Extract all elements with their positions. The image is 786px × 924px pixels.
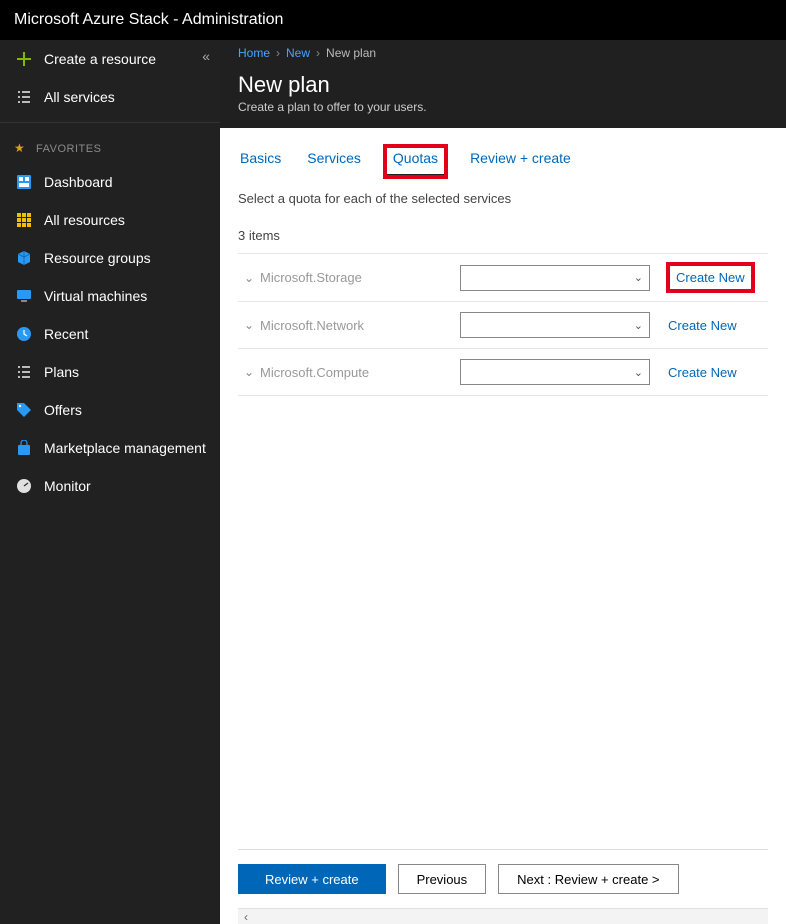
breadcrumb-current: New plan — [326, 46, 376, 60]
review-create-button[interactable]: Review + create — [238, 864, 386, 894]
quota-row: ⌄ Microsoft.Storage ⌄ Create New — [238, 253, 768, 301]
list-icon — [16, 88, 38, 106]
breadcrumb: Home › New › New plan — [220, 40, 786, 66]
caret-down-icon: ⌄ — [634, 271, 643, 284]
sidebar-item-plans[interactable]: Plans — [0, 353, 220, 391]
sidebar-item-label: Plans — [44, 364, 79, 380]
app-title: Microsoft Azure Stack - Administration — [14, 11, 283, 29]
sidebar-item-label: Virtual machines — [44, 288, 147, 304]
page-header: New plan Create a plan to offer to your … — [220, 66, 786, 128]
main-panel: Home › New › New plan New plan Create a … — [220, 40, 786, 924]
quota-row: ⌄ Microsoft.Network ⌄ Create New — [238, 301, 768, 348]
tabs: Basics Services Quotas Review + create — [238, 146, 768, 177]
sidebar-item-dashboard[interactable]: Dashboard — [0, 163, 220, 201]
sidebar-item-all-resources[interactable]: All resources — [0, 201, 220, 239]
page-title: New plan — [238, 72, 768, 98]
plans-icon — [16, 363, 38, 381]
chevron-left-icon: ‹ — [244, 910, 248, 924]
service-name: Microsoft.Network — [260, 318, 460, 333]
sidebar-item-label: Offers — [44, 402, 82, 418]
sidebar: « Create a resource All services ★ FAVOR… — [0, 40, 220, 924]
sidebar-item-label: Monitor — [44, 478, 91, 494]
next-button[interactable]: Next : Review + create > — [498, 864, 678, 894]
sidebar-create-resource[interactable]: Create a resource — [0, 40, 220, 78]
horizontal-scrollbar[interactable]: ‹ — [238, 908, 768, 924]
sidebar-collapse-icon[interactable]: « — [202, 48, 210, 64]
tab-review-create[interactable]: Review + create — [468, 146, 573, 177]
quota-row: ⌄ Microsoft.Compute ⌄ Create New — [238, 348, 768, 395]
sidebar-item-label: Resource groups — [44, 250, 151, 266]
sidebar-item-label: All resources — [44, 212, 125, 228]
sidebar-item-monitor[interactable]: Monitor — [0, 467, 220, 505]
quota-list: ⌄ Microsoft.Storage ⌄ Create New ⌄ Micro… — [238, 253, 768, 396]
sidebar-item-resource-groups[interactable]: Resource groups — [0, 239, 220, 277]
bag-icon — [16, 439, 38, 457]
tag-icon — [16, 401, 38, 419]
clock-icon — [16, 325, 38, 343]
service-name: Microsoft.Storage — [260, 270, 460, 285]
favorites-label: FAVORITES — [36, 143, 101, 155]
favorites-header: ★ FAVORITES — [0, 129, 220, 163]
monitor-icon — [16, 287, 38, 305]
create-new-link[interactable]: Create New — [668, 318, 737, 333]
quota-dropdown[interactable]: ⌄ — [460, 312, 650, 338]
sidebar-item-recent[interactable]: Recent — [0, 315, 220, 353]
tab-basics[interactable]: Basics — [238, 146, 283, 177]
top-bar: Microsoft Azure Stack - Administration — [0, 0, 786, 40]
service-name: Microsoft.Compute — [260, 365, 460, 380]
instruction-text: Select a quota for each of the selected … — [238, 191, 768, 206]
chevron-right-icon: › — [316, 46, 320, 60]
chevron-down-icon[interactable]: ⌄ — [238, 365, 260, 379]
previous-button[interactable]: Previous — [398, 864, 487, 894]
caret-down-icon: ⌄ — [634, 319, 643, 332]
cube-icon — [16, 249, 38, 267]
create-new-link[interactable]: Create New — [668, 264, 753, 291]
tab-quotas[interactable]: Quotas — [385, 146, 446, 177]
create-new-link[interactable]: Create New — [668, 365, 737, 380]
caret-down-icon: ⌄ — [634, 366, 643, 379]
breadcrumb-home[interactable]: Home — [238, 46, 270, 60]
content-area: Basics Services Quotas Review + create S… — [220, 128, 786, 924]
divider — [0, 122, 220, 123]
star-icon: ★ — [14, 141, 25, 155]
chevron-down-icon[interactable]: ⌄ — [238, 318, 260, 332]
sidebar-item-marketplace[interactable]: Marketplace management — [0, 429, 220, 467]
gauge-icon — [16, 477, 38, 495]
quota-dropdown[interactable]: ⌄ — [460, 359, 650, 385]
tab-services[interactable]: Services — [305, 146, 363, 177]
breadcrumb-new[interactable]: New — [286, 46, 310, 60]
item-count: 3 items — [238, 228, 768, 243]
chevron-down-icon[interactable]: ⌄ — [238, 271, 260, 285]
sidebar-all-services[interactable]: All services — [0, 78, 220, 116]
sidebar-item-label: All services — [44, 89, 115, 105]
sidebar-item-virtual-machines[interactable]: Virtual machines — [0, 277, 220, 315]
sidebar-item-label: Marketplace management — [44, 440, 206, 456]
dashboard-icon — [16, 173, 38, 191]
quota-dropdown[interactable]: ⌄ — [460, 265, 650, 291]
grid-icon — [16, 211, 38, 229]
sidebar-item-label: Recent — [44, 326, 88, 342]
sidebar-item-label: Dashboard — [44, 174, 113, 190]
footer-bar: Review + create Previous Next : Review +… — [238, 849, 768, 908]
chevron-right-icon: › — [276, 46, 280, 60]
sidebar-item-offers[interactable]: Offers — [0, 391, 220, 429]
sidebar-item-label: Create a resource — [44, 51, 156, 67]
plus-icon — [16, 50, 38, 68]
page-subtitle: Create a plan to offer to your users. — [238, 100, 768, 114]
